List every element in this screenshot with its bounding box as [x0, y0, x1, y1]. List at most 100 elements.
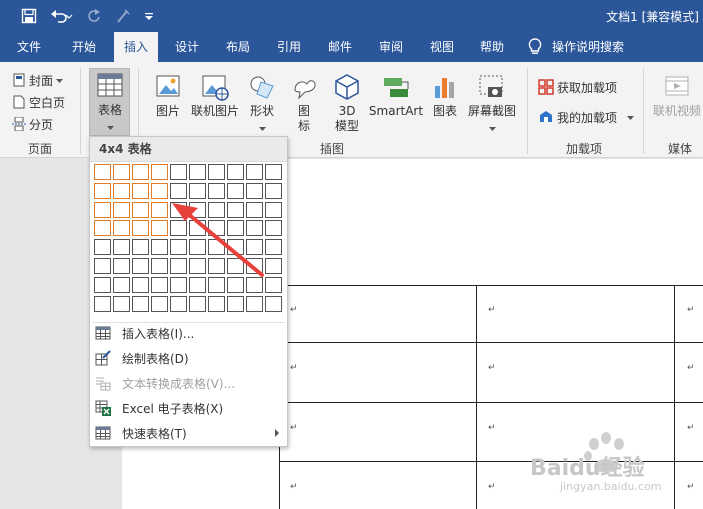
table-grid-cell[interactable] — [265, 201, 282, 218]
table-grid-cell[interactable] — [189, 295, 206, 312]
table-grid-cell[interactable] — [132, 164, 149, 180]
undo-icon[interactable] — [48, 6, 76, 26]
smartart-button[interactable]: SmartArt — [368, 72, 424, 119]
table-grid-cell[interactable] — [189, 239, 206, 256]
table-grid-cell[interactable] — [170, 220, 187, 237]
table-grid-cell[interactable] — [132, 182, 149, 199]
tab-references[interactable]: 引用 — [268, 32, 310, 62]
table-grid-cell[interactable] — [265, 164, 282, 180]
table-grid-cell[interactable] — [113, 201, 130, 218]
icons-button[interactable]: 图 标 — [288, 72, 320, 134]
table-grid-cell[interactable] — [151, 239, 168, 256]
table-grid-cell[interactable] — [208, 295, 225, 312]
tab-home[interactable]: 开始 — [62, 32, 106, 62]
insert-table-menu-item[interactable]: 插入表格(I)... — [91, 321, 287, 345]
tab-review[interactable]: 审阅 — [370, 32, 412, 62]
table-grid-cell[interactable] — [227, 239, 244, 256]
table-grid-cell[interactable] — [94, 258, 111, 274]
table-grid-cell[interactable] — [113, 239, 130, 256]
table-grid-cell[interactable] — [170, 295, 187, 312]
table-grid-cell[interactable] — [227, 276, 244, 293]
chart-button[interactable]: 图表 — [428, 72, 462, 119]
table-grid-cell[interactable] — [113, 220, 130, 237]
table-grid-cell[interactable] — [170, 182, 187, 199]
table-grid-cell[interactable] — [189, 258, 206, 274]
draw-table-menu-item[interactable]: 绘制表格(D) — [91, 346, 287, 370]
save-icon[interactable] — [18, 6, 40, 26]
table-grid-cell[interactable] — [151, 276, 168, 293]
table-grid-cell[interactable] — [227, 220, 244, 237]
table-grid-cell[interactable] — [151, 220, 168, 237]
table-grid-cell[interactable] — [208, 220, 225, 237]
table-grid-cell[interactable] — [170, 164, 187, 180]
table-grid-cell[interactable] — [94, 182, 111, 199]
table-grid-cell[interactable] — [265, 220, 282, 237]
quick-tables-menu-item[interactable]: 快速表格(T) — [91, 421, 287, 445]
table-grid-cell[interactable] — [227, 164, 244, 180]
blank-page-button[interactable]: 空白页 — [12, 92, 65, 112]
table-grid-cell[interactable] — [132, 295, 149, 312]
table-grid-cell[interactable] — [132, 276, 149, 293]
table-grid-cell[interactable] — [265, 182, 282, 199]
table-grid-cell[interactable] — [208, 201, 225, 218]
tell-me-search[interactable]: 操作说明搜索 — [528, 32, 638, 62]
table-grid-cell[interactable] — [208, 182, 225, 199]
tab-layout[interactable]: 布局 — [216, 32, 260, 62]
table-grid-cell[interactable] — [94, 295, 111, 312]
table-grid-cell[interactable] — [113, 295, 130, 312]
table-grid-cell[interactable] — [132, 239, 149, 256]
table-grid-cell[interactable] — [94, 201, 111, 218]
table-grid-cell[interactable] — [208, 239, 225, 256]
table-grid-cell[interactable] — [227, 295, 244, 312]
table-size-grid[interactable] — [94, 164, 284, 314]
online-picture-button[interactable]: 联机图片 — [190, 72, 240, 119]
3d-model-button[interactable]: 3D 模型 — [330, 72, 364, 134]
table-grid-cell[interactable] — [151, 201, 168, 218]
tab-mailings[interactable]: 邮件 — [318, 32, 362, 62]
convert-text-to-table-menu-item[interactable]: 文本转换成表格(V)... — [91, 371, 287, 395]
table-grid-cell[interactable] — [132, 201, 149, 218]
table-button[interactable]: 表格 — [91, 71, 129, 135]
table-grid-cell[interactable] — [151, 258, 168, 274]
table-grid-cell[interactable] — [132, 220, 149, 237]
table-grid-cell[interactable] — [265, 239, 282, 256]
online-video-button[interactable]: 联机视频 — [651, 72, 703, 119]
redo-icon[interactable] — [84, 6, 104, 26]
format-painter-icon[interactable] — [112, 6, 134, 26]
table-grid-cell[interactable] — [94, 164, 111, 180]
table-grid-cell[interactable] — [170, 239, 187, 256]
table-grid-cell[interactable] — [189, 201, 206, 218]
table-grid-cell[interactable] — [246, 239, 263, 256]
table-grid-cell[interactable] — [246, 164, 263, 180]
table-grid-cell[interactable] — [246, 276, 263, 293]
tab-insert[interactable]: 插入 — [114, 32, 158, 62]
table-grid-cell[interactable] — [94, 220, 111, 237]
screenshot-button[interactable]: 屏幕截图 — [464, 72, 520, 136]
table-grid-cell[interactable] — [265, 258, 282, 274]
my-addins-button[interactable]: 我的加载项 — [538, 107, 635, 127]
tab-file[interactable]: 文件 — [8, 32, 50, 62]
table-grid-cell[interactable] — [113, 164, 130, 180]
table-grid-cell[interactable] — [246, 220, 263, 237]
table-grid-cell[interactable] — [113, 258, 130, 274]
table-grid-cell[interactable] — [94, 276, 111, 293]
table-grid-cell[interactable] — [151, 295, 168, 312]
table-grid-cell[interactable] — [189, 220, 206, 237]
table-grid-cell[interactable] — [227, 258, 244, 274]
table-grid-cell[interactable] — [208, 276, 225, 293]
table-grid-cell[interactable] — [246, 182, 263, 199]
table-grid-cell[interactable] — [151, 164, 168, 180]
table-grid-cell[interactable] — [189, 182, 206, 199]
table-grid-cell[interactable] — [208, 258, 225, 274]
tab-view[interactable]: 视图 — [420, 32, 464, 62]
table-grid-cell[interactable] — [246, 295, 263, 312]
shapes-button[interactable]: 形状 — [244, 72, 280, 136]
table-grid-cell[interactable] — [151, 182, 168, 199]
table-grid-cell[interactable] — [246, 201, 263, 218]
get-addins-button[interactable]: 获取加载项 — [538, 77, 617, 97]
tab-help[interactable]: 帮助 — [470, 32, 514, 62]
page-break-button[interactable]: 分页 — [12, 114, 53, 134]
table-grid-cell[interactable] — [265, 295, 282, 312]
table-grid-cell[interactable] — [189, 164, 206, 180]
picture-button[interactable]: 图片 — [152, 72, 184, 119]
